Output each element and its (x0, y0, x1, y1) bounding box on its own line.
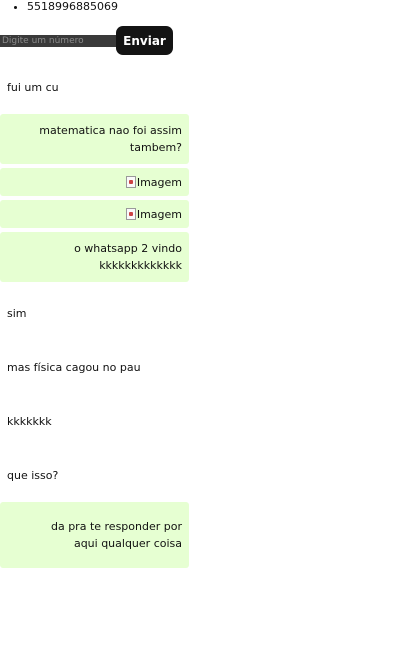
phone-number-input[interactable] (0, 34, 116, 47)
message-received: kkkkkkk (0, 394, 189, 448)
contact-list: 5518996885069 (0, 0, 118, 14)
message-sent: o whatsapp 2 vindo kkkkkkkkkkkkk (0, 232, 189, 282)
message-received: que isso? (0, 448, 189, 502)
message-text: kkkkkkk (7, 414, 52, 428)
send-button[interactable]: Enviar (116, 26, 173, 55)
message-text: da pra te responder por aqui qualquer co… (50, 520, 182, 550)
image-alt-text: Imagem (136, 207, 182, 221)
message-received: fui um cu (0, 60, 189, 114)
broken-image[interactable]: Imagem (125, 174, 182, 191)
message-list: fui um cu matematica nao foi assim tambe… (0, 60, 189, 572)
message-text: matematica nao foi assim tambem? (39, 124, 182, 154)
message-text: mas física cagou no pau (7, 360, 141, 374)
message-text: fui um cu (7, 80, 59, 94)
compose-bar: Enviar (0, 26, 173, 55)
message-received: mas física cagou no pau (0, 340, 189, 394)
broken-image-icon (125, 176, 136, 188)
message-sent: da pra te responder por aqui qualquer co… (0, 502, 189, 568)
message-sent-image: Imagem (0, 200, 189, 228)
message-text: o whatsapp 2 vindo kkkkkkkkkkkkk (74, 242, 182, 272)
message-sent: matematica nao foi assim tambem? (0, 114, 189, 164)
message-sent-image: Imagem (0, 168, 189, 196)
broken-image-icon (125, 208, 136, 220)
contact-item[interactable]: 5518996885069 (27, 0, 118, 14)
message-received: sim (0, 286, 189, 340)
message-text: que isso? (7, 468, 59, 482)
image-alt-text: Imagem (136, 175, 182, 189)
message-text: sim (7, 306, 27, 320)
broken-image[interactable]: Imagem (125, 206, 182, 223)
